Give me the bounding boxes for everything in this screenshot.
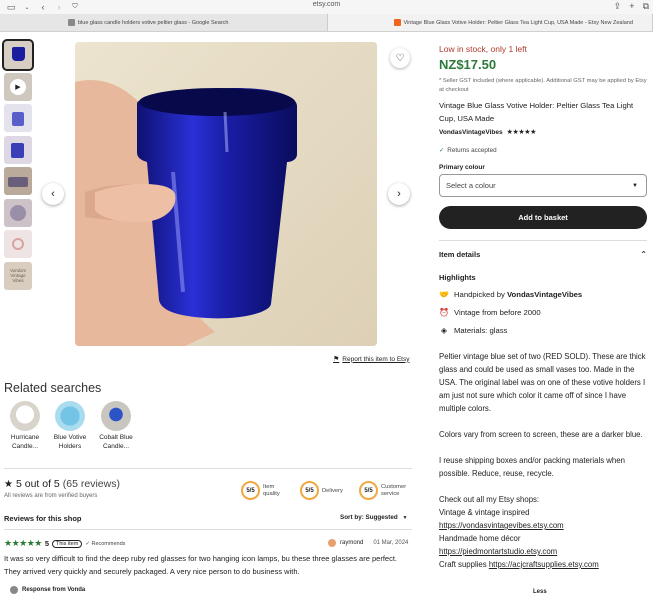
vondas-logo: Vonda's Vintage Vibes bbox=[10, 268, 26, 283]
new-tab-icon[interactable]: + bbox=[629, 1, 634, 12]
metric-customer-service: 5/5 Customer service bbox=[359, 481, 417, 500]
reviewer-name[interactable]: raymond bbox=[340, 540, 363, 546]
review-text: It was so very difficult to find the dee… bbox=[4, 554, 397, 576]
reviews-title: Reviews for this shop bbox=[4, 514, 82, 523]
seller-response[interactable]: Response from Vonda bbox=[10, 586, 85, 594]
cobalt-thumbnail bbox=[101, 401, 131, 431]
review-count[interactable]: (65 reviews) bbox=[63, 478, 120, 490]
next-image-button[interactable]: › bbox=[388, 183, 410, 205]
shop-info: VondasVintageVibes ★★★★★ bbox=[439, 128, 647, 137]
product-title: Vintage Blue Glass Votive Holder: Peltie… bbox=[439, 101, 634, 123]
shop-url-link[interactable]: https://acjcraftsupplies.etsy.com bbox=[489, 560, 599, 569]
sort-dropdown[interactable]: Sort by: Suggested ▼ bbox=[340, 514, 407, 521]
thumbnail-6[interactable] bbox=[4, 198, 32, 227]
divider bbox=[4, 529, 412, 530]
address-bar[interactable]: etsy.com bbox=[0, 1, 653, 8]
primary-colour-label: Primary colour bbox=[439, 164, 485, 171]
clock-icon: ⏰ bbox=[439, 308, 449, 317]
prev-image-button[interactable]: ‹ bbox=[42, 183, 64, 205]
browser-toolbar: ▭ ⌄ ‹ › ⛉ etsy.com ⇪ + ⧉ bbox=[0, 0, 653, 14]
flag-icon: ⚑ bbox=[333, 356, 340, 363]
metric-label: Customer service bbox=[381, 483, 407, 497]
thumbnail-3[interactable] bbox=[4, 104, 32, 132]
tab-google-search[interactable]: blue glass candle holders votive peltier… bbox=[0, 14, 328, 31]
thumbnail-8[interactable]: Vonda's Vintage Vibes bbox=[4, 261, 32, 290]
item-description: Peltier vintage blue set of two (RED SOL… bbox=[439, 352, 646, 569]
metric-label: Delivery bbox=[322, 487, 343, 494]
metric-score: 5/5 bbox=[300, 481, 319, 500]
play-icon: ▶ bbox=[10, 78, 26, 95]
check-icon: ✓ bbox=[439, 147, 445, 154]
highlight-handpicked: 🤝 Handpicked by VondasVintageVibes bbox=[439, 290, 583, 299]
five-stars-icon: ★★★★★ bbox=[506, 129, 537, 136]
related-searches-heading: Related searches bbox=[4, 381, 102, 395]
tab-bar: blue glass candle holders votive peltier… bbox=[0, 14, 653, 32]
shop-url-link[interactable]: https://vondasvintagevibes.etsy.com bbox=[439, 521, 564, 530]
highlights-heading: Highlights bbox=[439, 273, 476, 282]
chevron-up-icon: ⌃ bbox=[640, 250, 647, 259]
returns-info: ✓ Returns accepted bbox=[439, 147, 497, 154]
report-link[interactable]: ⚑ Report this item to Etsy bbox=[333, 355, 409, 364]
star-icon: ★ bbox=[4, 478, 13, 490]
blue-votive-thumbnail bbox=[55, 401, 85, 431]
related-item-cobalt[interactable]: Cobalt Blue Candle... bbox=[96, 401, 136, 451]
caret-down-icon: ▼ bbox=[632, 182, 638, 189]
add-to-basket-button[interactable]: Add to basket bbox=[439, 206, 647, 229]
price: NZ$17.50 bbox=[439, 57, 497, 72]
metric-delivery: 5/5 Delivery bbox=[300, 481, 343, 500]
metric-label: Item quality bbox=[263, 483, 280, 497]
metric-score: 5/5 bbox=[359, 481, 378, 500]
gst-note: * Seller GST included (where applicable)… bbox=[439, 78, 647, 93]
handshake-icon: 🤝 bbox=[439, 290, 449, 299]
share-icon[interactable]: ⇪ bbox=[614, 1, 622, 12]
five-stars-icon: ★★★★★ bbox=[4, 538, 42, 548]
favorite-button[interactable]: ♡ bbox=[390, 48, 410, 68]
seller-avatar bbox=[10, 586, 18, 594]
caret-down-icon: ▼ bbox=[402, 515, 408, 521]
less-button[interactable]: Less bbox=[533, 589, 547, 595]
divider bbox=[439, 240, 647, 241]
verified-note: All reviews are from verified buyers bbox=[4, 493, 98, 499]
hurricane-thumbnail bbox=[10, 401, 40, 431]
review-rating: ★★★★★ 5 This item ✓ Recommends bbox=[4, 538, 126, 548]
item-details-toggle[interactable]: Item details ⌃ bbox=[439, 250, 647, 259]
avatar bbox=[328, 539, 336, 547]
thumbnail-5[interactable] bbox=[4, 167, 32, 195]
reviewer-info: raymond 01 Mar, 2024 bbox=[328, 539, 408, 547]
main-product-image[interactable] bbox=[75, 42, 377, 346]
thumbnail-7[interactable] bbox=[4, 230, 32, 258]
colour-select[interactable]: Select a colour ▼ bbox=[439, 174, 647, 197]
google-favicon-icon bbox=[68, 19, 75, 26]
thumbnail-4[interactable] bbox=[4, 135, 32, 164]
this-item-badge: This item bbox=[52, 539, 83, 548]
tab-etsy-listing[interactable]: Vintage Blue Glass Votive Holder: Peltie… bbox=[327, 14, 653, 31]
gem-icon: ◈ bbox=[440, 326, 448, 335]
thumbnail-1[interactable] bbox=[2, 39, 34, 71]
divider bbox=[4, 468, 412, 469]
shop-link[interactable]: VondasVintageVibes bbox=[439, 129, 503, 136]
thumbnail-video[interactable]: ▶ bbox=[4, 72, 32, 101]
etsy-favicon-icon bbox=[393, 19, 401, 26]
tab-overview-icon[interactable]: ⧉ bbox=[643, 1, 649, 12]
related-item-blue-votive[interactable]: Blue Votive Holders bbox=[50, 401, 90, 451]
stock-notice: Low in stock, only 1 left bbox=[439, 44, 527, 54]
blue-votive-photo bbox=[75, 42, 377, 346]
metric-score: 5/5 bbox=[241, 481, 260, 500]
heart-icon: ♡ bbox=[395, 52, 405, 64]
metric-item-quality: 5/5 Item quality bbox=[241, 481, 289, 500]
recommends-label: ✓ Recommends bbox=[85, 540, 126, 547]
highlight-vintage: ⏰ Vintage from before 2000 bbox=[439, 308, 541, 317]
rating-summary: ★ 5 out of 5 (65 reviews) bbox=[4, 478, 120, 490]
shop-url-link[interactable]: https://piedmontartstudio.etsy.com bbox=[439, 547, 557, 556]
review-date: 01 Mar, 2024 bbox=[373, 540, 409, 546]
thumbnail-strip: ▶ Vonda's Vintage Vibes bbox=[2, 39, 34, 293]
related-item-hurricane[interactable]: Hurricane Candle... bbox=[5, 401, 45, 451]
highlight-materials: ◈ Materials: glass bbox=[440, 326, 508, 335]
